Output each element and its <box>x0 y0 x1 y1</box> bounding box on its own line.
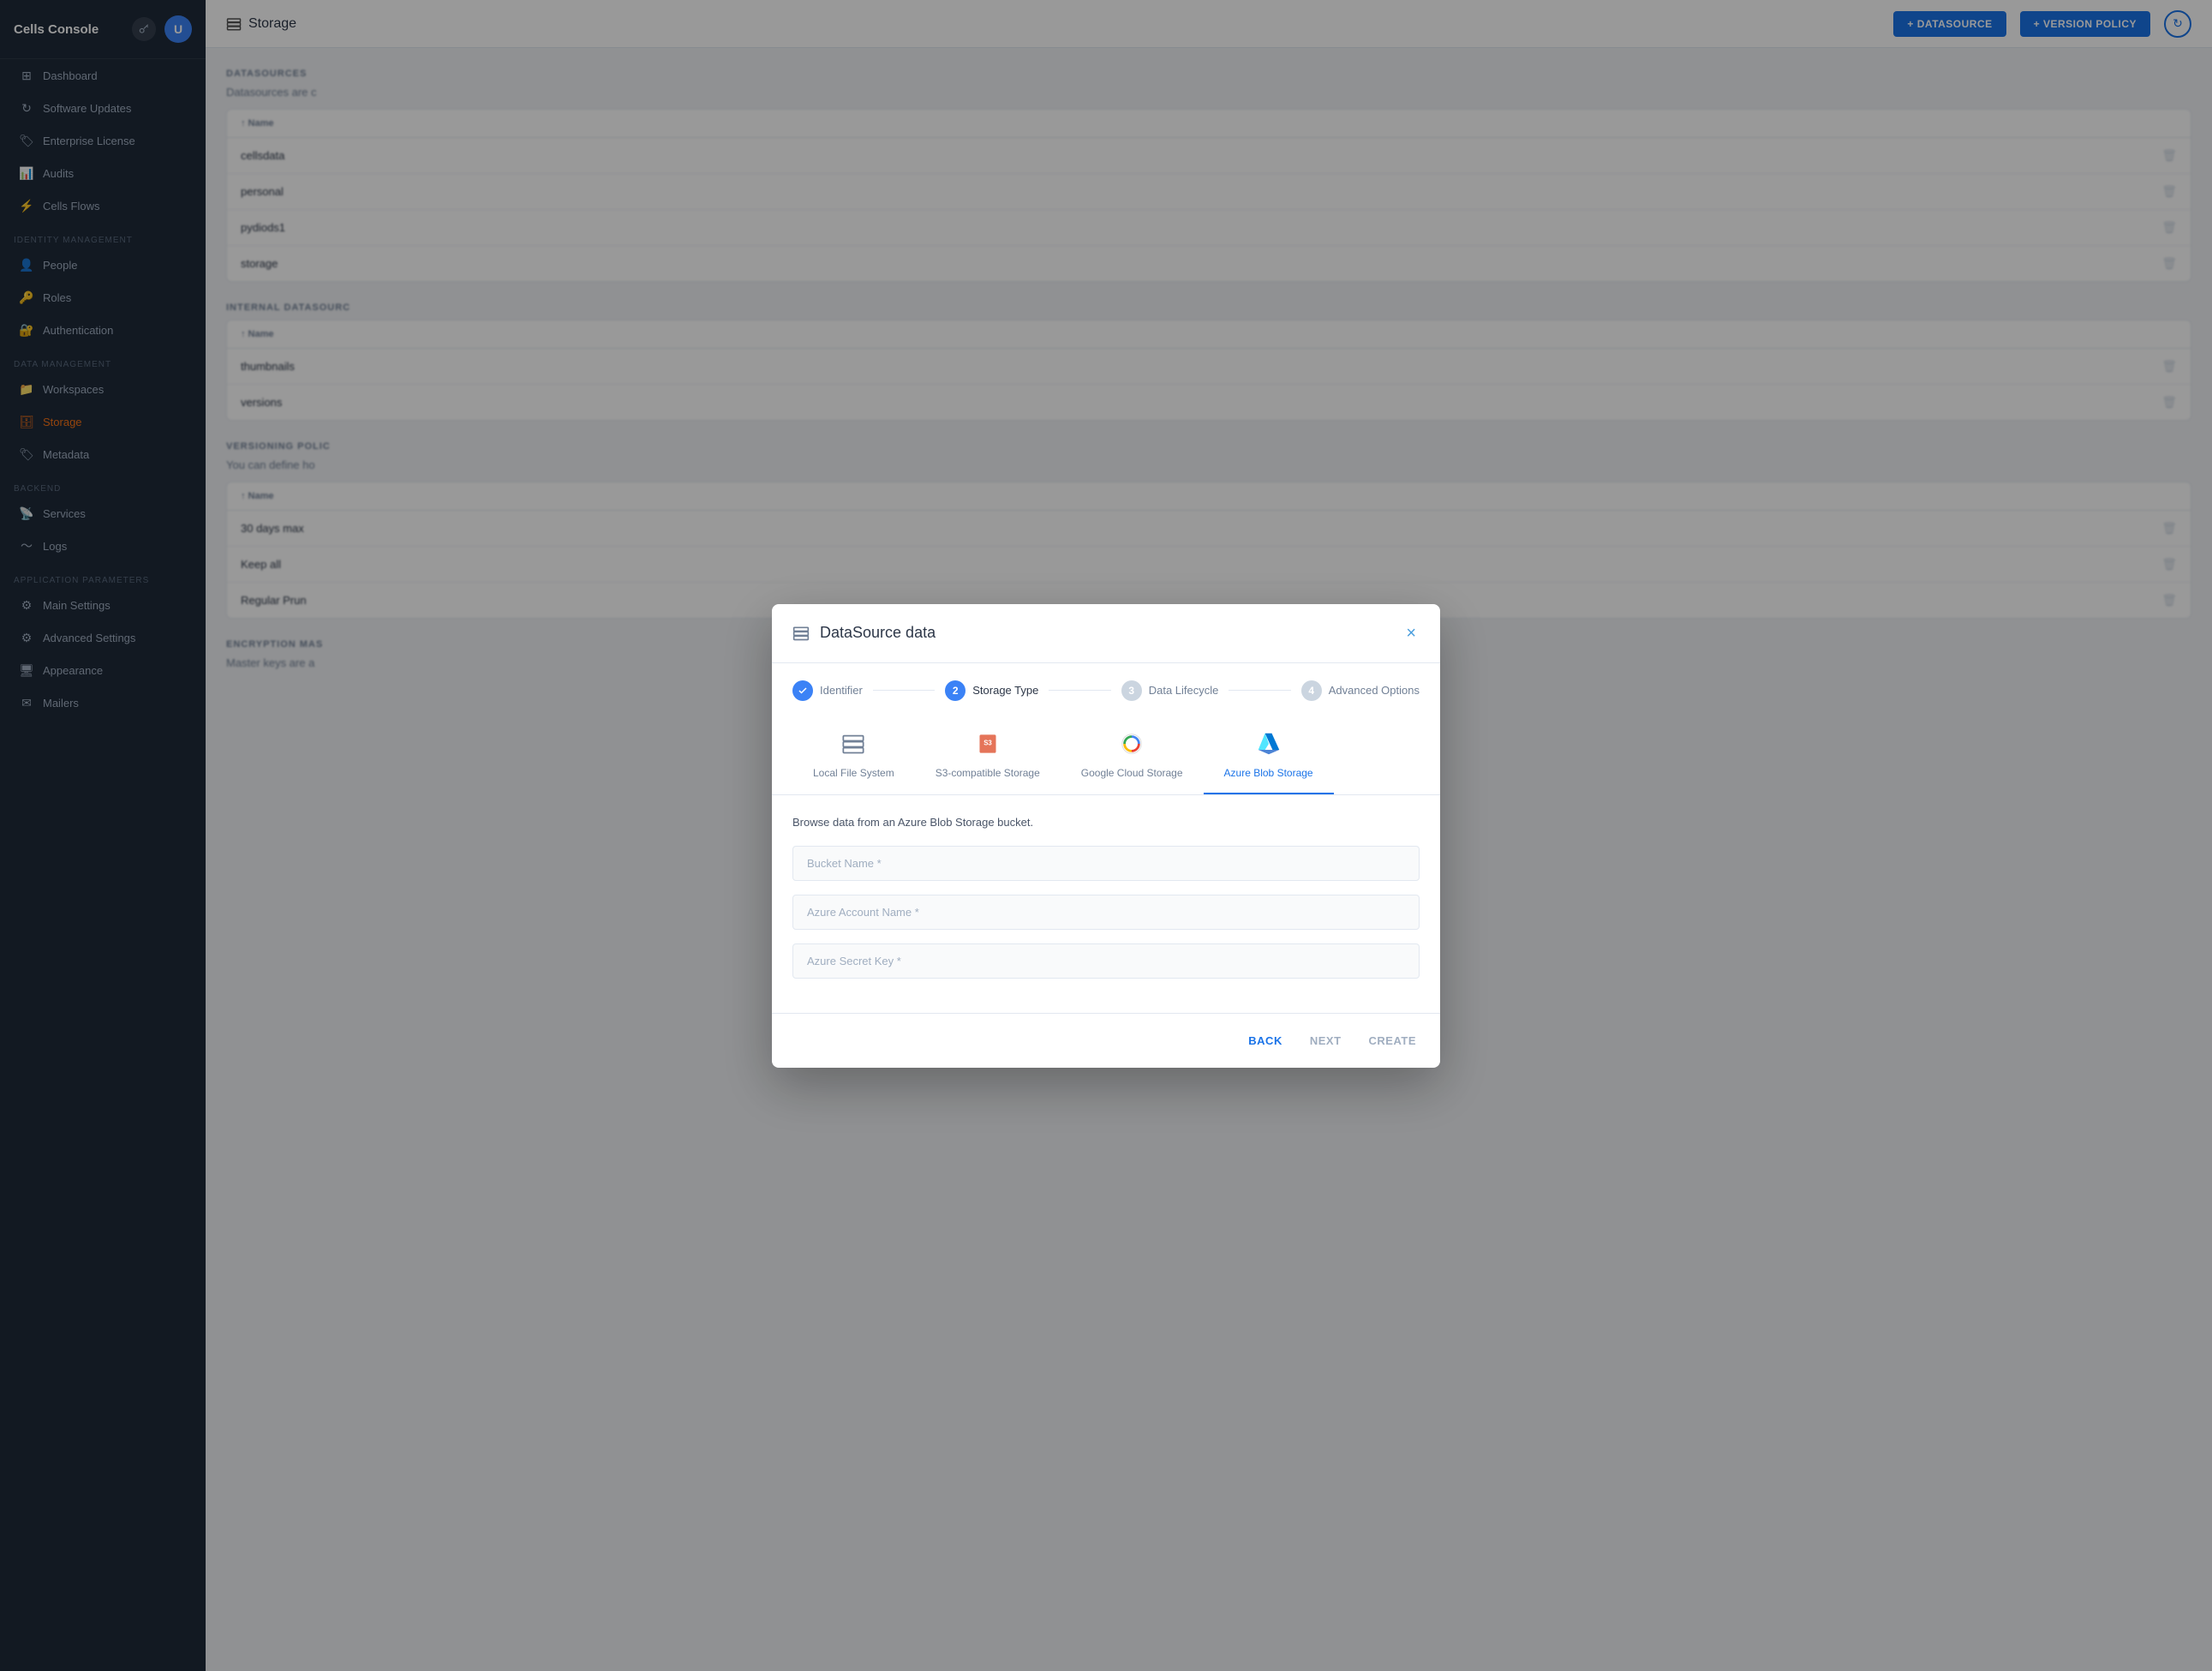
step-line-1 <box>873 690 935 691</box>
step-1-circle <box>792 680 813 701</box>
tab-s3[interactable]: S3 S3-compatible Storage <box>915 718 1061 794</box>
svg-text:S3: S3 <box>983 739 992 746</box>
step-3-label: Data Lifecycle <box>1149 684 1219 697</box>
azure-secret-key-input[interactable] <box>792 943 1420 979</box>
modal-overlay[interactable]: DataSource data × Identifier 2 Storage T… <box>206 0 2212 1671</box>
local-fs-icon <box>841 732 865 762</box>
create-button[interactable]: CREATE <box>1366 1027 1420 1054</box>
azure-account-name-field <box>792 895 1420 930</box>
step-2: 2 Storage Type <box>945 680 1038 701</box>
tab-s3-label: S3-compatible Storage <box>936 767 1040 779</box>
modal-body: Browse data from an Azure Blob Storage b… <box>772 795 1440 1013</box>
main-area: Storage + DATASOURCE + VERSION POLICY ↻ … <box>206 0 2212 1671</box>
tab-gcs-label: Google Cloud Storage <box>1081 767 1183 779</box>
back-button[interactable]: BACK <box>1245 1027 1286 1054</box>
modal-footer: BACK NEXT CREATE <box>772 1013 1440 1068</box>
modal-title: DataSource data <box>820 624 1392 642</box>
next-button[interactable]: NEXT <box>1306 1027 1345 1054</box>
tab-gcs[interactable]: Google Cloud Storage <box>1061 718 1204 794</box>
step-1: Identifier <box>792 680 863 701</box>
step-2-label: Storage Type <box>972 684 1038 697</box>
step-4: 4 Advanced Options <box>1301 680 1420 701</box>
tab-azure-label: Azure Blob Storage <box>1224 767 1313 779</box>
bucket-name-input[interactable] <box>792 846 1420 881</box>
tab-azure[interactable]: Azure Blob Storage <box>1204 718 1334 794</box>
stepper: Identifier 2 Storage Type 3 Data Lifecyc… <box>772 663 1440 718</box>
step-2-circle: 2 <box>945 680 966 701</box>
azure-secret-key-field <box>792 943 1420 979</box>
tab-local-fs[interactable]: Local File System <box>792 718 915 794</box>
storage-type-tabs: Local File System S3 S3-compatible Stora… <box>772 718 1440 795</box>
step-4-circle: 4 <box>1301 680 1322 701</box>
step-line-2 <box>1049 690 1110 691</box>
gcs-icon <box>1120 732 1144 762</box>
azure-icon <box>1257 732 1281 762</box>
modal-description: Browse data from an Azure Blob Storage b… <box>792 816 1420 829</box>
close-button[interactable]: × <box>1402 621 1420 645</box>
step-line-3 <box>1229 690 1290 691</box>
modal-header: DataSource data × <box>772 604 1440 663</box>
azure-account-name-input[interactable] <box>792 895 1420 930</box>
bucket-name-field <box>792 846 1420 881</box>
modal-storage-icon <box>792 625 810 642</box>
s3-icon: S3 <box>976 732 1000 762</box>
datasource-modal: DataSource data × Identifier 2 Storage T… <box>772 604 1440 1068</box>
step-4-label: Advanced Options <box>1329 684 1420 697</box>
step-1-label: Identifier <box>820 684 863 697</box>
step-3: 3 Data Lifecycle <box>1121 680 1219 701</box>
step-3-circle: 3 <box>1121 680 1142 701</box>
tab-local-fs-label: Local File System <box>813 767 894 779</box>
